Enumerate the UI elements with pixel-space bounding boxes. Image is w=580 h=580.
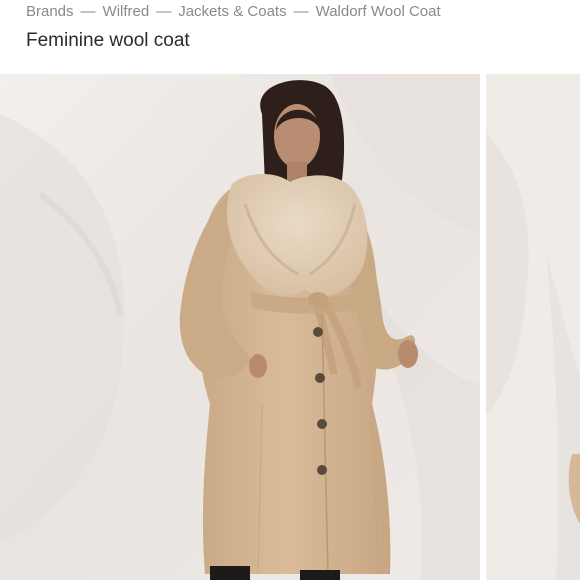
breadcrumb-item-jackets-coats[interactable]: Jackets & Coats — [178, 3, 286, 20]
product-title: Feminine wool coat — [26, 30, 190, 51]
breadcrumb-item-wilfred[interactable]: Wilfred — [103, 3, 150, 20]
breadcrumb-item-brands[interactable]: Brands — [26, 3, 74, 20]
breadcrumb-item-waldorf-wool-coat[interactable]: Waldorf Wool Coat — [316, 3, 441, 20]
coat-photo-next — [486, 74, 580, 580]
breadcrumb-separator: — — [80, 2, 96, 20]
breadcrumb-separator: — — [156, 2, 172, 20]
breadcrumb-separator: — — [293, 2, 309, 20]
product-image-gallery[interactable] — [0, 74, 580, 580]
coat-photo — [0, 74, 480, 580]
product-page: Brands — Wilfred — Jackets & Coats — Wal… — [0, 0, 580, 580]
breadcrumb: Brands — Wilfred — Jackets & Coats — Wal… — [26, 0, 441, 22]
product-header: Brands — Wilfred — Jackets & Coats — Wal… — [0, 0, 580, 72]
product-image-main[interactable] — [0, 74, 480, 580]
product-image-next[interactable] — [486, 74, 580, 580]
